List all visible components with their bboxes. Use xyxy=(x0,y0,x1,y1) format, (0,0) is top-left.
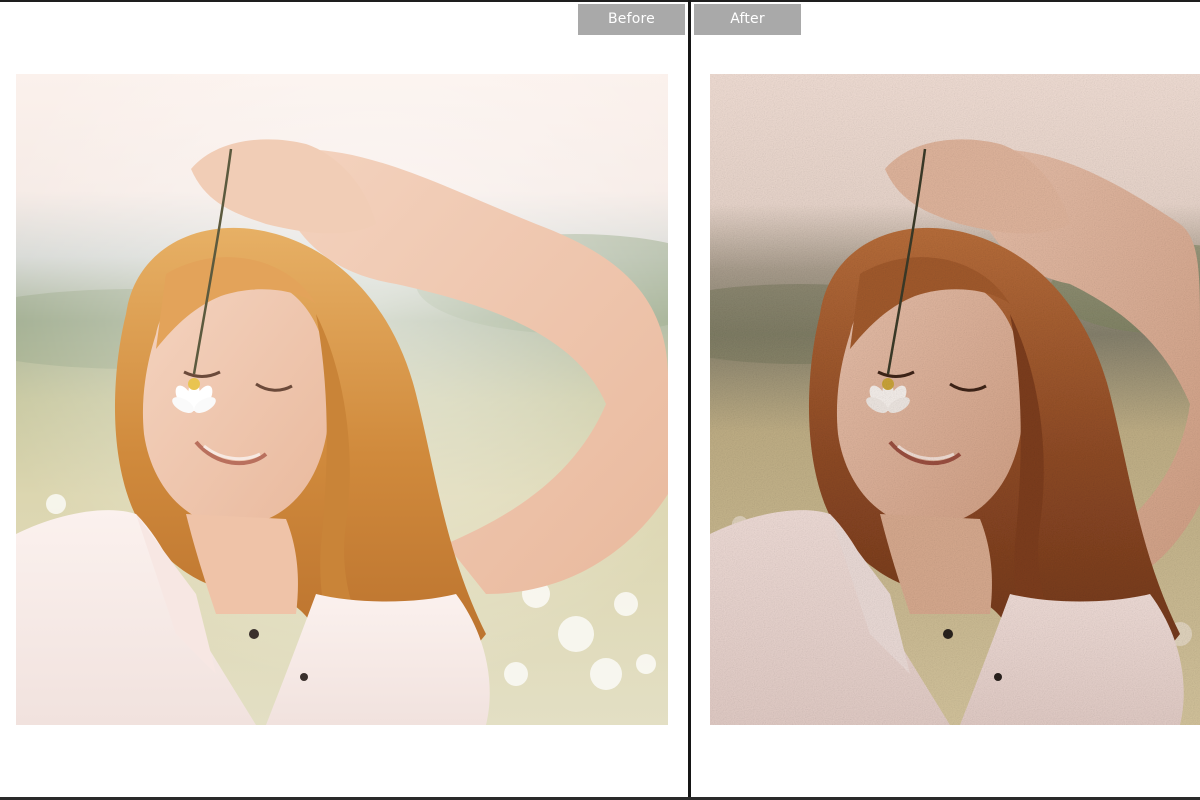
before-after-comparison-view: Before After xyxy=(0,0,1200,800)
after-pane: After xyxy=(691,2,1200,797)
after-label: After xyxy=(694,4,801,35)
before-photo xyxy=(16,74,668,725)
before-pane: Before xyxy=(0,2,688,797)
after-photo xyxy=(710,74,1200,725)
before-label: Before xyxy=(578,4,685,35)
